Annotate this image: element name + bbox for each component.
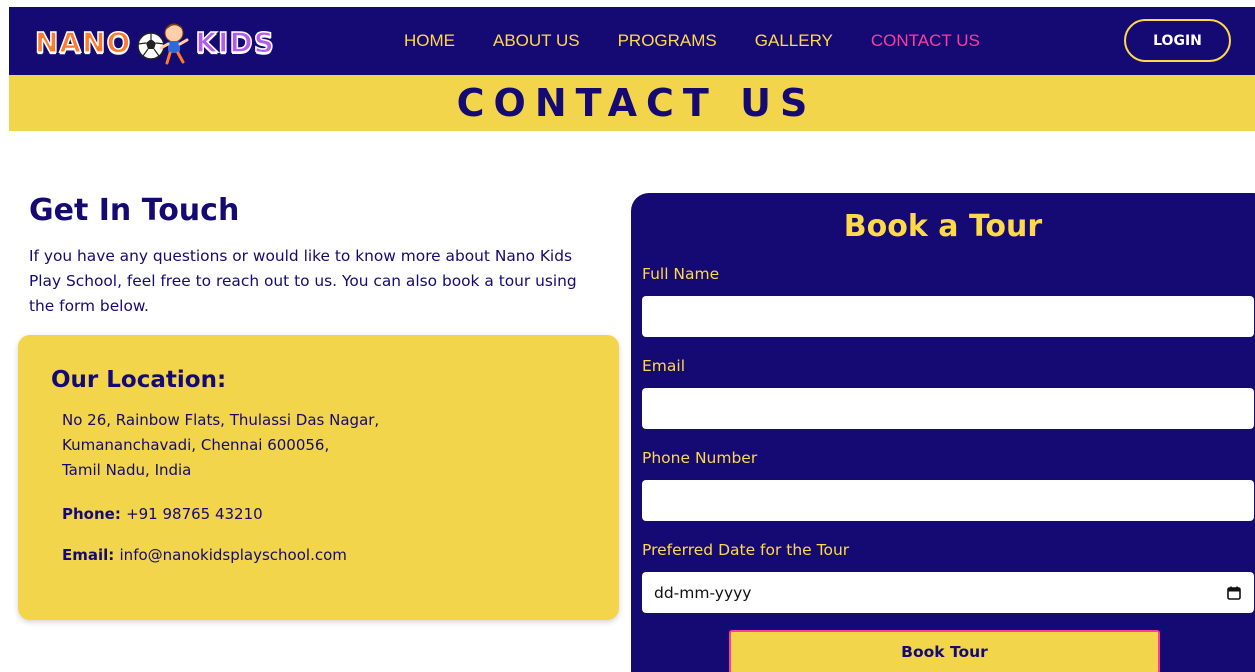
full-name-label: Full Name — [642, 265, 720, 283]
get-in-touch-text: If you have any questions or would like … — [29, 247, 577, 315]
navbar: NANO KIDS HOME ABOUT US PROGRAMS GALLERY… — [9, 7, 1255, 75]
main-nav: HOME ABOUT US PROGRAMS GALLERY CONTACT U… — [404, 7, 1018, 75]
nav-about-us[interactable]: ABOUT US — [493, 31, 580, 51]
page-banner: CONTACT US — [9, 75, 1255, 131]
logo-text-kids: KIDS — [195, 26, 275, 59]
calendar-icon[interactable] — [1226, 585, 1242, 601]
get-in-touch-heading: Get In Touch — [29, 193, 240, 228]
address-block: No 26, Rainbow Flats, Thulassi Das Nagar… — [62, 408, 482, 483]
phone-line: Phone: +91 98765 43210 — [62, 505, 263, 523]
location-heading: Our Location: — [51, 367, 227, 393]
email-label: Email — [642, 357, 686, 375]
nav-programs[interactable]: PROGRAMS — [618, 31, 717, 51]
address-line: Tamil Nadu, India — [62, 461, 192, 479]
location-card: Our Location: No 26, Rainbow Flats, Thul… — [18, 335, 619, 620]
book-tour-form: Book a Tour Full Name Email Phone Number… — [631, 193, 1255, 672]
nav-gallery[interactable]: GALLERY — [755, 31, 833, 51]
nav-contact-us[interactable]: CONTACT US — [871, 31, 980, 51]
date-input[interactable]: dd-mm-yyyy — [642, 572, 1254, 613]
logo-text-nano: NANO — [34, 26, 132, 59]
phone-input[interactable] — [642, 480, 1254, 521]
address-line: Kumananchavadi, Chennai 600056, — [62, 436, 330, 454]
soccer-boy-mascot-icon — [133, 20, 193, 66]
full-name-input[interactable] — [642, 296, 1254, 337]
email-line: Email: info@nanokidsplayschool.com — [62, 546, 347, 564]
page-title: CONTACT US — [456, 81, 817, 125]
phone-value: +91 98765 43210 — [126, 505, 263, 523]
email-label: Email: — [62, 546, 120, 564]
phone-label: Phone Number — [642, 449, 758, 467]
login-button[interactable]: LOGIN — [1124, 19, 1231, 62]
nav-home[interactable]: HOME — [404, 31, 455, 51]
form-title: Book a Tour — [843, 209, 1043, 244]
phone-label: Phone: — [62, 505, 127, 523]
brand-logo[interactable]: NANO KIDS — [34, 20, 277, 66]
contact-page: NANO KIDS HOME ABOUT US PROGRAMS GALLERY… — [0, 0, 1255, 672]
email-input[interactable] — [642, 388, 1254, 429]
date-placeholder: dd-mm-yyyy — [654, 583, 752, 602]
date-label: Preferred Date for the Tour — [642, 541, 850, 559]
address-line: No 26, Rainbow Flats, Thulassi Das Nagar… — [62, 411, 380, 429]
book-tour-button[interactable]: Book Tour — [729, 630, 1160, 672]
email-value: info@nanokidsplayschool.com — [119, 546, 347, 564]
